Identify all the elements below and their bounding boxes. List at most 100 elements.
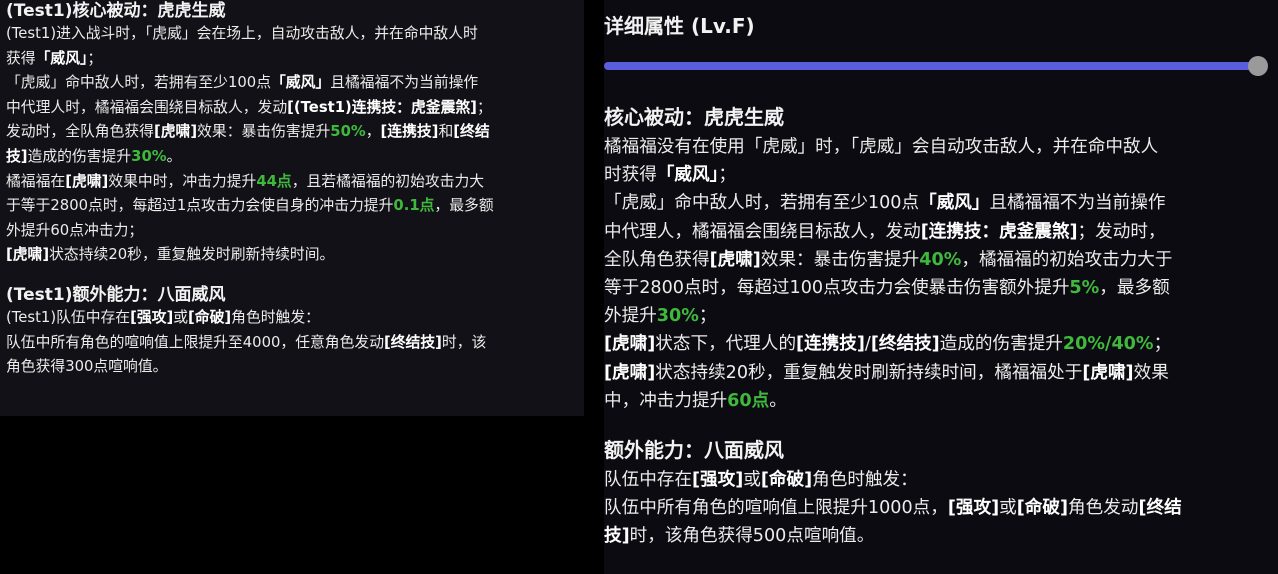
keyword-highlight: [虎啸] [604,362,656,383]
text-segment: 或 [173,308,189,326]
description-line: 队伍中所有角色的喧响值上限提升1000点，[强攻]或[命破]角色发动[终结 [604,494,1270,522]
text-segment: ； [476,98,492,116]
text-segment: 「虎威」命中敌人时，若拥有至少100点 [604,193,920,214]
level-slider[interactable] [604,56,1268,76]
text-segment: 橘福福没有在使用「虎威」时，「虎威」会自动攻击敌人，并在命中敌人 [604,137,1159,157]
text-segment: 等于2800点时，每超过100点攻击力会使暴击伤害额外提升 [604,278,1070,299]
text-segment: 且橘福福不为当前操作 [989,193,1166,214]
value-highlight: 30% [131,147,167,165]
description-line: [虎啸]状态下，代理人的[连携技]/[终结技]造成的伤害提升20%/40%； [604,330,1270,358]
description-line: 「虎威」命中敌人时，若拥有至少100点「威风」且橘福福不为当前操作 [6,71,576,96]
text-segment: ，最多额 [1099,278,1170,299]
right-core-passive-body: 橘福福没有在使用「虎威」时，「虎威」会自动攻击敌人，并在命中敌人 时获得「威风」；… [604,133,1270,415]
text-segment: 效果中时，冲击力提升 [108,172,257,190]
text-segment: 中，冲击力提升 [604,390,728,411]
description-line: 获得「威风」； [6,47,576,72]
text-segment: 效果：暴击伤害提升 [760,249,920,270]
keyword-highlight: [虎啸] [1082,362,1134,383]
text-segment: ； [698,306,717,327]
keyword-highlight: [命破] [760,470,813,491]
description-line: 技]造成的伤害提升30%。 [6,145,576,170]
keyword-highlight: [连携技：虎釜震煞] [920,221,1078,242]
right-extra-ability-body: 队伍中存在[强攻]或[命破]角色时触发： 队伍中所有角色的喧响值上限提升1000点… [604,466,1270,551]
text-segment: ， [365,123,381,141]
text-segment: 中代理人，橘福福会围绕目标敌人，发动 [604,221,921,242]
text-segment: 状态持续20秒，重复触发时刷新持续时间。 [49,246,335,264]
text-segment: (Test1)进入战斗时，「虎威」会在场上，自动攻击敌人，并在命中敌人时 [6,25,478,42]
level-slider-track[interactable] [604,62,1258,70]
description-line: 队伍中所有角色的喧响值上限提升至4000，任意角色发动[终结技]时，该 [6,331,576,356]
description-line: 发动时，全队角色获得[虎啸]效果：暴击伤害提升50%，[连携技]和[终结 [6,120,576,145]
description-line: [虎啸]状态持续20秒，重复触发时刷新持续时间。 [6,243,576,268]
keyword-highlight: [虎啸] [65,172,109,190]
text-segment: 角色发动 [1068,498,1139,519]
value-highlight: 30% [656,306,699,327]
description-line: 角色获得300点喧响值。 [6,355,576,380]
text-segment: 角色时触发： [812,470,918,491]
keyword-highlight: [命破] [1016,498,1069,519]
description-line: 技]时，该角色获得500点喧响值。 [604,522,1270,550]
text-segment: 队伍中所有角色的喧响值上限提升至4000，任意角色发动 [6,333,384,351]
text-segment: 或 [999,498,1017,519]
keyword-highlight: [连携技] [796,334,865,355]
text-segment: ，且若橘福福的初始攻击力大 [291,172,485,190]
text-segment: 橘福福在 [6,172,66,190]
text-segment: 和 [438,123,454,141]
keyword-highlight: [终结 [453,123,490,141]
keyword-highlight: [强攻] [130,308,174,326]
keyword-highlight: [强攻] [691,470,744,491]
text-segment: ；发动时， [1077,221,1166,242]
description-line: 中代理人时，橘福福会围绕目标敌人，发动[(Test1)连携技：虎釜震煞]； [6,96,576,121]
left-core-passive-title: (Test1)核心被动：虎虎生威 [6,1,226,21]
keyword-highlight: [虎啸] [709,249,761,270]
keyword-highlight: 「威风」 [271,74,331,92]
right-core-passive-title: 核心被动：虎虎生威 [604,105,784,129]
description-line: 橘福福没有在使用「虎威」时，「虎威」会自动攻击敌人，并在命中敌人 [604,133,1270,161]
description-line: 全队角色获得[虎啸]效果：暴击伤害提升40%，橘福福的初始攻击力大于 [604,246,1270,274]
text-segment: ； [87,49,103,67]
right-extra-ability-title: 额外能力：八面威风 [604,438,784,463]
keyword-highlight: [虎啸] [153,123,198,141]
keyword-highlight: 「威风」 [35,49,88,67]
description-line: 外提升30%； [604,302,1270,330]
left-core-passive-body: (Test1)进入战斗时，「虎威」会在场上，自动攻击敌人，并在命中敌人时获得「威… [6,22,576,268]
keyword-highlight: [终结 [1138,498,1182,519]
keyword-highlight: 技] [6,147,28,165]
description-line: (Test1)队伍中存在[强攻]或[命破]角色时触发： [6,306,576,331]
text-segment: ； [718,165,736,186]
text-segment: 「虎威」命中敌人时，若拥有至少100点 [6,74,271,92]
keyword-highlight: 「威风」 [656,165,719,186]
text-segment: 时，该 [441,333,487,351]
text-segment: 发动时，全队角色获得 [6,123,154,141]
text-segment: 中代理人时，橘福福会围绕目标敌人，发动 [6,98,288,116]
detail-attributes-header: 详细属性 (Lv.F) [604,14,755,38]
description-line: 橘福福在[虎啸]效果中时，冲击力提升44点，且若橘福福的初始攻击力大 [6,170,576,195]
keyword-highlight: [终结技] [384,333,442,351]
level-slider-thumb[interactable] [1248,56,1268,76]
text-segment: 外提升 [604,306,657,327]
description-line: 中代理人，橘福福会围绕目标敌人，发动[连携技：虎釜震煞]；发动时， [604,218,1270,246]
text-segment: 效果 [1133,362,1169,383]
value-highlight: 50% [330,123,366,141]
keyword-highlight: [命破] [188,308,232,326]
text-segment: 于等于2800点时，每超过1点攻击力会使自身的冲击力提升 [6,197,394,215]
text-segment: 时获得 [604,165,657,186]
text-segment: 队伍中存在 [604,470,692,491]
text-segment: 时，该角色获得500点喧响值。 [629,526,875,547]
text-segment: 造成的伤害提升 [939,334,1063,355]
left-extra-ability-title: (Test1)额外能力：八面威风 [6,284,226,305]
right-detail-panel: 详细属性 (Lv.F) 核心被动：虎虎生威 橘福福没有在使用「虎威」时，「虎威」… [604,0,1278,574]
text-segment: ，最多额 [434,197,494,215]
description-line: 中，冲击力提升60点。 [604,387,1270,415]
value-highlight: 60点 [727,390,770,411]
text-segment: ，橘福福的初始攻击力大于 [961,249,1173,270]
text-segment: 造成的伤害提升 [27,147,132,165]
text-segment: 队伍中所有角色的喧响值上限提升1000点， [604,498,948,519]
text-segment: 或 [743,470,761,491]
left-description-panel: (Test1)核心被动：虎虎生威 (Test1)进入战斗时，「虎威」会在场上，自… [0,0,584,416]
description-line: 外提升60点冲击力； [6,219,576,244]
text-segment: 角色获得300点喧响值。 [6,358,168,376]
text-segment: 。 [166,147,182,165]
text-segment: 。 [769,390,787,411]
text-segment: 状态持续20秒，重复触发时刷新持续时间，橘福福处于 [655,362,1083,383]
